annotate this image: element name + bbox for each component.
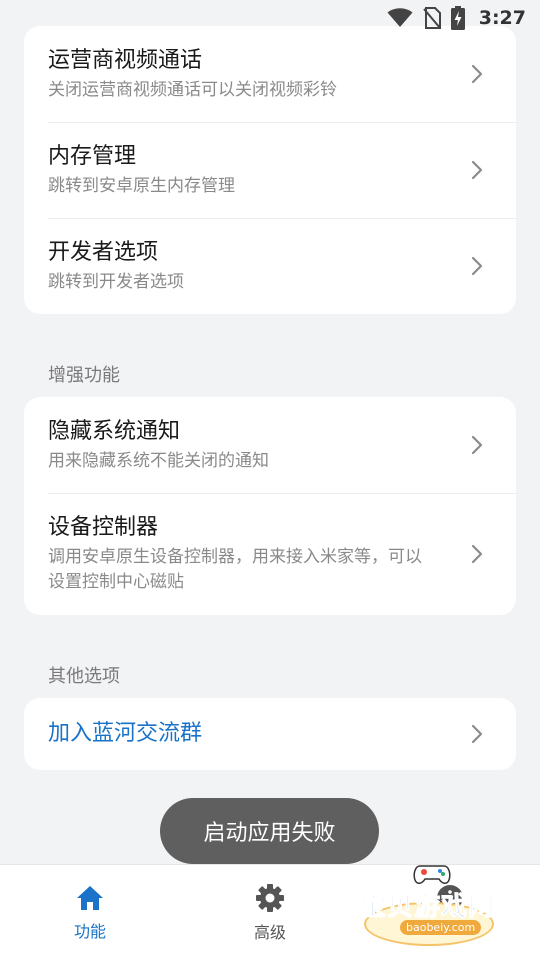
settings-item-device-controls[interactable]: 设备控制器 调用安卓原生设备控制器，用来接入米家等，可以设置控制中心磁贴 [24, 493, 516, 615]
no-sim-icon [422, 7, 441, 29]
wifi-icon [387, 8, 413, 27]
system-options-card: 运营商视频通话 关闭运营商视频通话可以关闭视频彩铃 内存管理 跳转到安卓原生内存… [24, 26, 516, 314]
item-title: 运营商视频通话 [48, 47, 203, 73]
watermark-url: baobeiy.com [400, 920, 482, 935]
item-title: 隐藏系统通知 [48, 418, 181, 444]
watermark-name: 宝贝游戏网 [359, 892, 496, 923]
item-subtitle: 用来隐藏系统不能关闭的通知 [48, 450, 269, 471]
settings-item-hide-system-notifications[interactable]: 隐藏系统通知 用来隐藏系统不能关闭的通知 [24, 397, 516, 493]
status-bar: 3:27 [0, 0, 540, 36]
chevron-right-icon [471, 256, 483, 276]
settings-item-memory-management[interactable]: 内存管理 跳转到安卓原生内存管理 [24, 122, 516, 218]
item-title: 加入蓝河交流群 [48, 721, 203, 746]
nav-tab-features[interactable]: 功能 [0, 865, 180, 960]
toast-message: 启动应用失败 [160, 798, 379, 864]
chevron-right-icon [471, 544, 483, 564]
gear-icon [256, 883, 284, 912]
battery-charging-icon [450, 6, 465, 30]
item-title: 开发者选项 [48, 239, 159, 265]
nav-tab-label: 高级 [253, 922, 286, 942]
chevron-right-icon [471, 160, 483, 180]
item-subtitle: 跳转到安卓原生内存管理 [48, 175, 235, 196]
item-title: 设备控制器 [48, 515, 159, 540]
settings-item-carrier-video-call[interactable]: 运营商视频通话 关闭运营商视频通话可以关闭视频彩铃 [24, 26, 516, 122]
settings-item-join-group[interactable]: 加入蓝河交流群 [24, 698, 516, 770]
settings-item-developer-options[interactable]: 开发者选项 跳转到开发者选项 [24, 218, 516, 314]
section-label-enhance: 增强功能 [48, 365, 120, 386]
enhance-options-card: 隐藏系统通知 用来隐藏系统不能关闭的通知 设备控制器 调用安卓原生设备控制器，用… [24, 397, 516, 615]
item-title: 内存管理 [48, 143, 137, 169]
other-options-card: 加入蓝河交流群 [24, 698, 516, 770]
screen: 3:27 运营商视频通话 关闭运营商视频通话可以关闭视频彩铃 内存管理 跳转到安… [0, 0, 540, 960]
item-subtitle: 关闭运营商视频通话可以关闭视频彩铃 [48, 79, 337, 100]
gamepad-icon [413, 865, 451, 884]
section-label-other: 其他选项 [48, 666, 120, 687]
chevron-right-icon [471, 724, 483, 744]
item-subtitle: 跳转到开发者选项 [48, 271, 184, 292]
nav-tab-label: 功能 [73, 921, 106, 941]
item-subtitle: 调用安卓原生设备控制器，用来接入米家等，可以设置控制中心磁贴 [48, 547, 422, 592]
nav-tab-advanced[interactable]: 高级 [180, 865, 360, 960]
home-icon [77, 885, 103, 910]
chevron-right-icon [471, 64, 483, 84]
chevron-right-icon [471, 435, 483, 455]
clock: 3:27 [478, 7, 526, 29]
watermark-logo: 宝贝游戏网 baobeiy.com [359, 860, 510, 946]
